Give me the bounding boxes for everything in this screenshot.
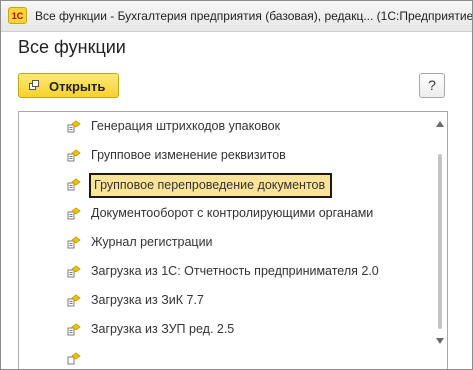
app-logo-icon: 1С	[8, 7, 27, 24]
list-item-label: Групповое изменение реквизитов	[91, 148, 286, 162]
list-item-label: Генерация штрихкодов упаковок	[91, 119, 281, 133]
scrollbar-thumb[interactable]	[438, 154, 442, 329]
form-title: Все функции	[18, 37, 126, 57]
scroll-down-arrow-icon[interactable]	[435, 336, 445, 346]
list-item[interactable]: Групповое изменение реквизитов	[19, 143, 429, 167]
all-functions-window: 1С Все функции - Бухгалтерия предприятия…	[0, 0, 473, 370]
list-item[interactable]: Загрузка из ЗиК 7.7	[19, 288, 429, 312]
command-icon	[67, 323, 81, 336]
functions-list: Генерация штрихкодов упаковок Групповое …	[18, 111, 448, 369]
list-item-label: Документооборот с контролирующими органа…	[91, 206, 374, 220]
command-icon	[67, 207, 81, 220]
scroll-up-arrow-icon[interactable]	[435, 119, 445, 129]
list-item-label: Загрузка из ЗУП ред. 2.5	[91, 322, 235, 336]
command-icon	[67, 265, 81, 278]
vertical-scrollbar[interactable]	[433, 112, 447, 369]
list-item-label: Журнал регистрации	[91, 235, 213, 249]
list-item[interactable]: Генерация штрихкодов упаковок	[19, 114, 429, 138]
title-bar: 1С Все функции - Бухгалтерия предприятия…	[1, 1, 472, 32]
open-button-label: Открыть	[49, 79, 106, 94]
command-icon	[67, 149, 81, 162]
list-item-selected[interactable]: Групповое перепроведение документов	[19, 172, 429, 198]
list-item[interactable]: Загрузка из ЗУП ред. 2.5	[19, 317, 429, 341]
command-icon	[67, 178, 81, 191]
list-item[interactable]: Журнал регистрации	[19, 230, 429, 254]
list-item-label: Загрузка из ЗиК 7.7	[91, 293, 204, 307]
command-icon	[67, 120, 81, 133]
command-icon	[67, 294, 81, 307]
command-icon	[67, 236, 81, 249]
list-item-label: Групповое перепроведение документов	[89, 173, 333, 198]
command-icon	[67, 352, 81, 365]
window-title: Все функции - Бухгалтерия предприятия (б…	[35, 9, 473, 23]
list-item[interactable]: Загрузка из 1С: Отчетность предпринимате…	[19, 259, 429, 283]
list-item-partial[interactable]	[19, 346, 429, 369]
list-item[interactable]: Документооборот с контролирующими органа…	[19, 201, 429, 225]
open-icon	[29, 80, 39, 90]
open-button[interactable]: Открыть	[18, 73, 119, 98]
list-item-label: Загрузка из 1С: Отчетность предпринимате…	[91, 264, 379, 278]
help-button[interactable]: ?	[419, 73, 445, 98]
